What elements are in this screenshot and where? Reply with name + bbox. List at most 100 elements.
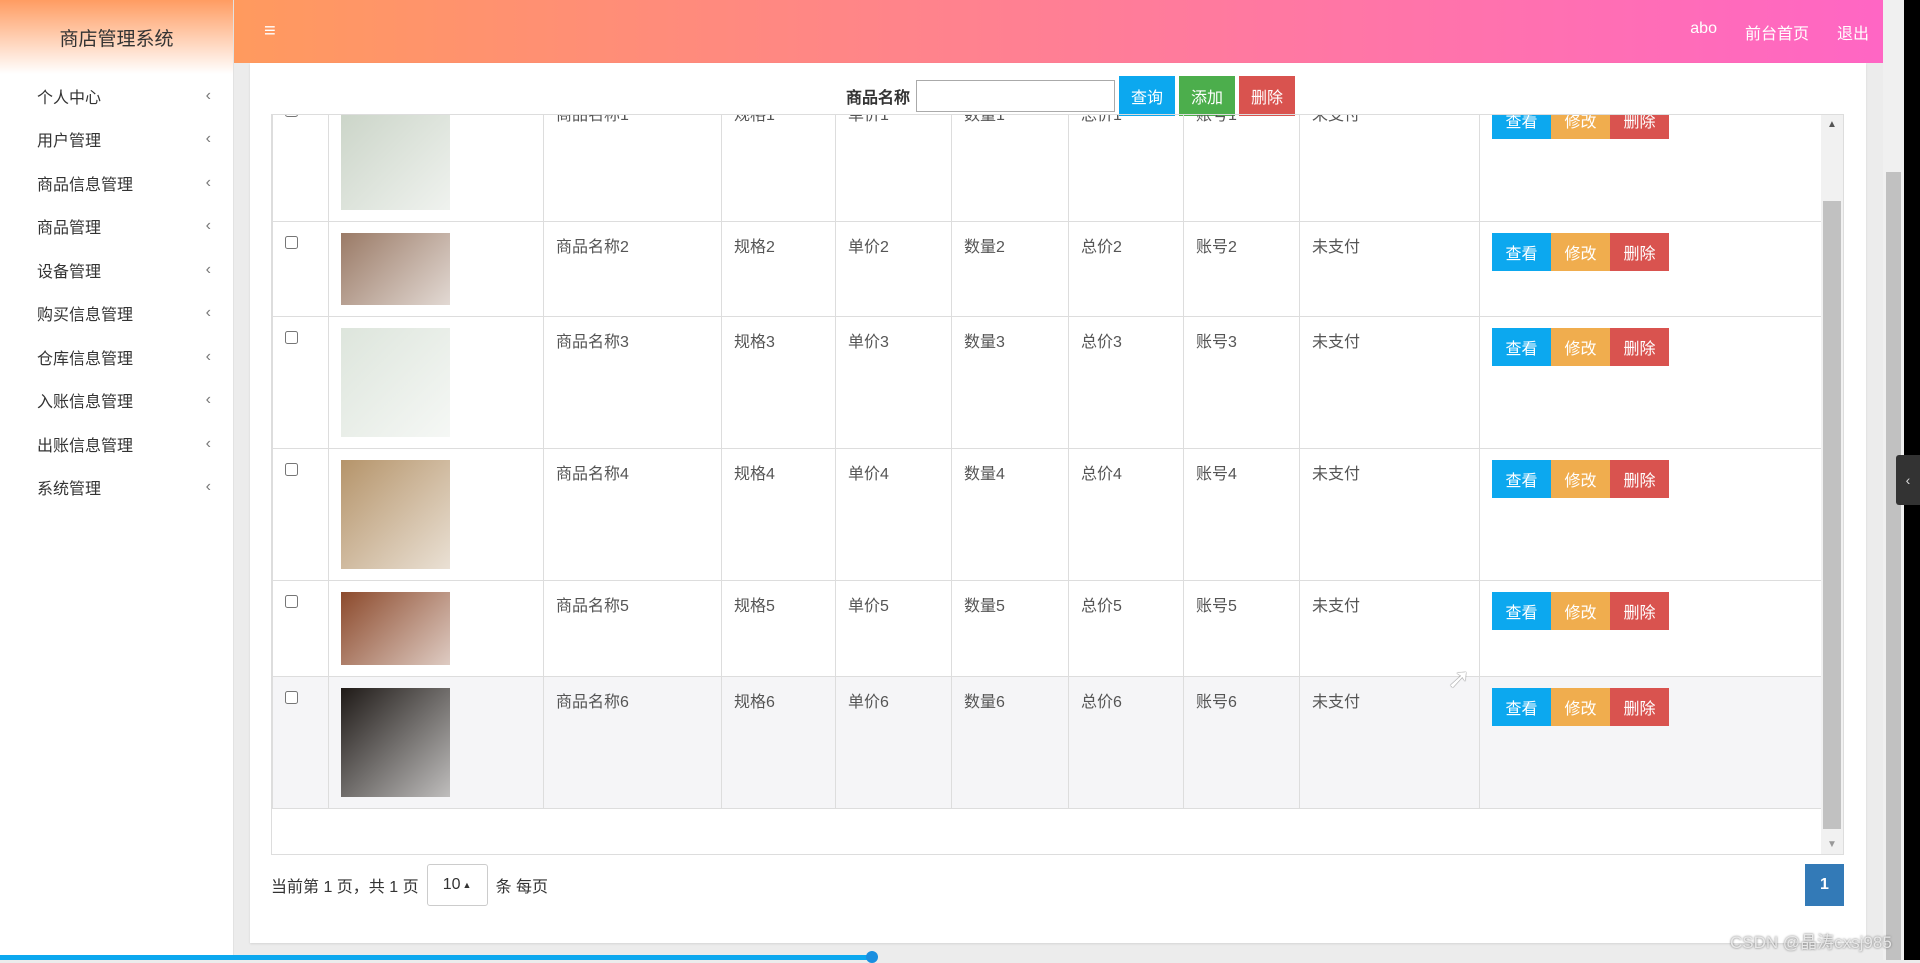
pagination: 当前第 1 页，共 1 页 10 ▲ 条 每页 1 (271, 864, 1844, 906)
table-row: 商品名称5 规格5 单价5 数量5 总价5 账号5 未支付 查看 修改 删除 (272, 580, 1822, 677)
sidebar-item[interactable]: 入账信息管理 ‹ (0, 379, 233, 423)
cell-status: 未支付 (1299, 676, 1480, 809)
caret-up-icon: ▲ (462, 880, 472, 890)
cell-account: 账号4 (1183, 448, 1300, 581)
cell-price: 单价5 (835, 580, 952, 677)
row-checkbox[interactable] (285, 236, 298, 249)
cell-total: 总价6 (1068, 676, 1184, 809)
page-summary: 当前第 1 页，共 1 页 (271, 879, 419, 896)
query-button[interactable]: 查询 (1118, 76, 1175, 116)
page-scrollbar-thumb[interactable] (1886, 172, 1901, 960)
sidebar-item[interactable]: 商品信息管理 ‹ (0, 161, 233, 205)
cell-qty: 数量3 (951, 316, 1069, 449)
cell-qty: 数量4 (951, 448, 1069, 581)
mouse-cursor-icon: ➚ (1447, 663, 1471, 694)
row-checkbox[interactable] (285, 115, 298, 117)
view-button[interactable]: 查看 (1492, 233, 1551, 271)
edit-button[interactable]: 修改 (1551, 592, 1610, 630)
edit-button[interactable]: 修改 (1551, 233, 1610, 271)
sidebar-item-label: 购买信息管理 (37, 307, 134, 325)
sidebar-item[interactable]: 购买信息管理 ‹ (0, 292, 233, 336)
delete-button[interactable]: 删除 (1610, 115, 1669, 139)
cell-name: 商品名称3 (543, 316, 722, 449)
scroll-up-icon[interactable]: ▲ (1821, 119, 1843, 130)
row-checkbox[interactable] (285, 331, 298, 344)
row-checkbox[interactable] (285, 463, 298, 476)
view-button[interactable]: 查看 (1492, 688, 1551, 726)
search-input[interactable] (915, 80, 1115, 112)
sidebar-item[interactable]: 商品管理 ‹ (0, 205, 233, 249)
table-row: 商品名称6 规格6 单价6 数量6 总价6 账号6 未支付 查看 修改 删除 (272, 676, 1822, 809)
cell-price: 单价6 (835, 676, 952, 809)
chevron-left-icon: ‹ (205, 434, 211, 452)
edit-button[interactable]: 修改 (1551, 460, 1610, 498)
delete-button[interactable]: 删除 (1610, 592, 1669, 630)
table-row: 商品名称2 规格2 单价2 数量2 总价2 账号2 未支付 查看 修改 删除 (272, 221, 1822, 317)
cell-spec: 规格2 (721, 221, 836, 317)
edit-button[interactable]: 修改 (1551, 115, 1610, 139)
sidebar-item[interactable]: 设备管理 ‹ (0, 248, 233, 292)
home-link[interactable]: 前台首页 (1745, 20, 1809, 44)
row-checkbox[interactable] (285, 691, 298, 704)
menu-toggle-icon[interactable]: ≡ (264, 20, 276, 43)
username[interactable]: abo (1690, 20, 1717, 44)
sidebar-item[interactable]: 用户管理 ‹ (0, 118, 233, 162)
cell-price: 单价2 (835, 221, 952, 317)
delete-button[interactable]: 删除 (1610, 460, 1669, 498)
scroll-down-icon[interactable]: ▼ (1821, 839, 1843, 850)
cell-name: 商品名称1 (543, 115, 722, 222)
scrollbar-thumb[interactable] (1823, 201, 1841, 829)
cell-qty: 数量2 (951, 221, 1069, 317)
cell-status: 未支付 (1299, 221, 1480, 317)
cell-account: 账号6 (1183, 676, 1300, 809)
cell-status: 未支付 (1299, 115, 1480, 222)
edit-button[interactable]: 修改 (1551, 328, 1610, 366)
batch-delete-button[interactable]: 删除 (1239, 76, 1296, 116)
cell-name: 商品名称4 (543, 448, 722, 581)
page-1-button[interactable]: 1 (1805, 864, 1844, 906)
cell-spec: 规格1 (721, 115, 836, 222)
chevron-left-icon: ‹ (205, 391, 211, 409)
cell-price: 单价1 (835, 115, 952, 222)
product-image (341, 115, 450, 210)
view-button[interactable]: 查看 (1492, 460, 1551, 498)
product-image (341, 328, 450, 437)
table-scrollbar[interactable]: ▲ ▼ (1821, 115, 1843, 854)
sidebar-item[interactable]: 出账信息管理 ‹ (0, 422, 233, 466)
sidebar-item[interactable]: 个人中心 ‹ (0, 74, 233, 118)
cell-name: 商品名称6 (543, 676, 722, 809)
video-progress-bar[interactable] (0, 955, 872, 960)
add-button[interactable]: 添加 (1179, 76, 1236, 116)
logout-link[interactable]: 退出 (1837, 20, 1869, 44)
row-checkbox[interactable] (285, 595, 298, 608)
sidebar-item-label: 商品管理 (37, 220, 102, 238)
chevron-left-icon: ‹ (205, 478, 211, 496)
cell-account: 账号5 (1183, 580, 1300, 677)
sidebar-item-label: 仓库信息管理 (37, 350, 134, 368)
cell-spec: 规格6 (721, 676, 836, 809)
sidebar-item[interactable]: 仓库信息管理 ‹ (0, 335, 233, 379)
cell-name: 商品名称2 (543, 221, 722, 317)
chevron-left-icon: ‹ (205, 86, 211, 104)
chevron-left-icon: ‹ (205, 304, 211, 322)
cell-total: 总价1 (1068, 115, 1184, 222)
page-size-select[interactable]: 10 ▲ (426, 864, 488, 906)
cell-total: 总价3 (1068, 316, 1184, 449)
app-title: 商店管理系统 (0, 0, 233, 74)
cell-total: 总价5 (1068, 580, 1184, 677)
delete-button[interactable]: 删除 (1610, 233, 1669, 271)
view-button[interactable]: 查看 (1492, 115, 1551, 139)
view-button[interactable]: 查看 (1492, 592, 1551, 630)
cell-name: 商品名称5 (543, 580, 722, 677)
edit-button[interactable]: 修改 (1551, 688, 1610, 726)
sidebar-item-label: 入账信息管理 (37, 394, 134, 412)
view-button[interactable]: 查看 (1492, 328, 1551, 366)
sidebar-item[interactable]: 系统管理 ‹ (0, 466, 233, 510)
video-progress-handle[interactable] (866, 951, 878, 963)
content-panel: 商品名称 查询 添加 删除 商品名称1 规格1 单价1 数量1 总价1 账号1 … (250, 63, 1866, 943)
delete-button[interactable]: 删除 (1610, 328, 1669, 366)
delete-button[interactable]: 删除 (1610, 688, 1669, 726)
collapse-panel-icon[interactable]: ‹ (1896, 455, 1920, 505)
cell-account: 账号2 (1183, 221, 1300, 317)
cell-spec: 规格3 (721, 316, 836, 449)
